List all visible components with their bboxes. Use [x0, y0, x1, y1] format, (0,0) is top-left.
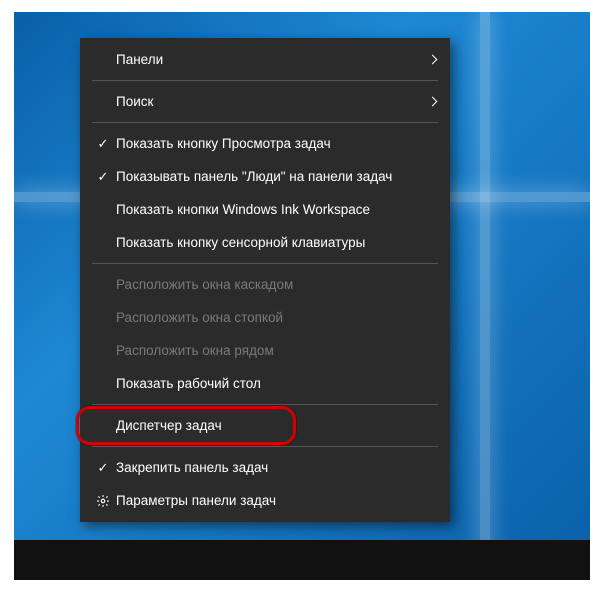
menu-item-label: Показать рабочий стол [116, 376, 418, 391]
check-icon [90, 169, 116, 185]
menu-item-search[interactable]: Поиск [80, 85, 450, 118]
menu-item-label: Панели [116, 52, 418, 67]
menu-item-label: Показать кнопку Просмотра задач [116, 136, 418, 151]
taskbar-context-menu: Панели Поиск Показать кнопку Просмотра зад… [80, 38, 450, 522]
menu-item-touch-keyboard[interactable]: Показать кнопку сенсорной клавиатуры [80, 226, 450, 259]
menu-item-taskbar-settings[interactable]: Параметры панели задач [80, 484, 450, 517]
desktop-wallpaper: Панели Поиск Показать кнопку Просмотра зад… [14, 12, 590, 580]
chevron-right-icon [418, 56, 436, 63]
menu-item-label: Диспетчер задач [116, 418, 418, 433]
menu-item-label: Расположить окна стопкой [116, 310, 418, 325]
taskbar[interactable] [14, 540, 590, 580]
menu-item-label: Поиск [116, 94, 418, 109]
menu-separator [92, 446, 438, 447]
menu-item-label: Параметры панели задач [116, 493, 418, 508]
menu-item-label: Показывать панель "Люди" на панели задач [116, 169, 418, 184]
menu-separator [92, 263, 438, 264]
menu-item-label: Показать кнопку сенсорной клавиатуры [116, 235, 418, 250]
menu-item-cascade: Расположить окна каскадом [80, 268, 450, 301]
check-icon [90, 460, 116, 476]
menu-separator [92, 404, 438, 405]
menu-item-show-desktop[interactable]: Показать рабочий стол [80, 367, 450, 400]
check-icon [90, 136, 116, 152]
menu-item-people-bar[interactable]: Показывать панель "Люди" на панели задач [80, 160, 450, 193]
menu-item-task-view-btn[interactable]: Показать кнопку Просмотра задач [80, 127, 450, 160]
menu-item-lock-taskbar[interactable]: Закрепить панель задач [80, 451, 450, 484]
menu-item-label: Показать кнопки Windows Ink Workspace [116, 202, 418, 217]
gear-icon [90, 494, 116, 508]
chevron-right-icon [418, 98, 436, 105]
menu-separator [92, 122, 438, 123]
menu-item-sidebyside: Расположить окна рядом [80, 334, 450, 367]
menu-item-label: Расположить окна рядом [116, 343, 418, 358]
menu-item-stack: Расположить окна стопкой [80, 301, 450, 334]
menu-item-ink-workspace[interactable]: Показать кнопки Windows Ink Workspace [80, 193, 450, 226]
wallpaper-light-v [480, 12, 490, 580]
menu-item-task-manager[interactable]: Диспетчер задач [80, 409, 450, 442]
menu-item-label: Расположить окна каскадом [116, 277, 418, 292]
menu-separator [92, 80, 438, 81]
menu-item-label: Закрепить панель задач [116, 460, 418, 475]
menu-item-panels[interactable]: Панели [80, 43, 450, 76]
